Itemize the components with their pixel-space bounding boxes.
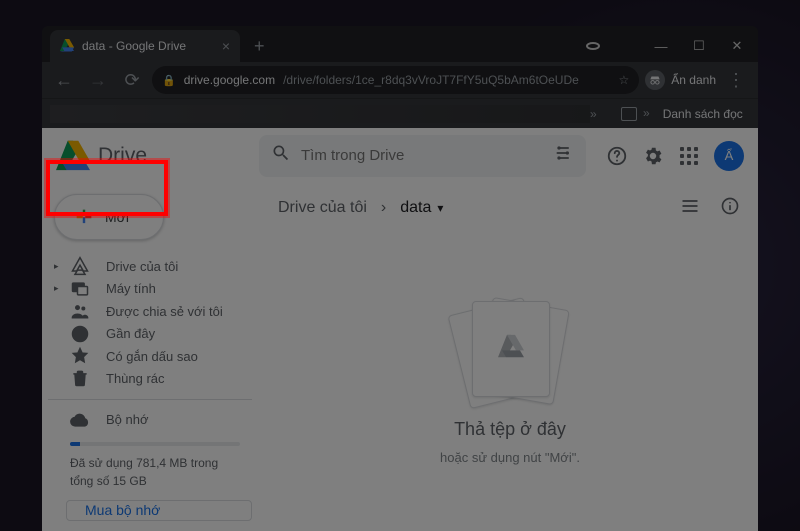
tab-title: data - Google Drive bbox=[82, 39, 186, 53]
bookmark-star-icon[interactable]: ☆ bbox=[619, 73, 630, 87]
trash-icon bbox=[70, 368, 90, 388]
bookmarks-bar: » Danh sách đọc bbox=[42, 98, 758, 128]
search-options-icon[interactable] bbox=[554, 143, 574, 168]
divider bbox=[48, 399, 252, 400]
drive-header: Drive Ẩ bbox=[42, 128, 758, 184]
breadcrumb-current-label: data bbox=[400, 199, 431, 217]
search-input[interactable] bbox=[301, 147, 544, 164]
sidebar-item-recent[interactable]: Gần đây bbox=[48, 323, 252, 343]
maximize-button[interactable]: ☐ bbox=[692, 38, 706, 54]
url-host: drive.google.com bbox=[184, 73, 275, 87]
header-actions: Ẩ bbox=[606, 141, 744, 171]
new-button[interactable]: Mới bbox=[54, 194, 164, 240]
info-icon[interactable] bbox=[720, 196, 740, 221]
address-row: ← → ⟳ 🔒 drive.google.com/drive/folders/1… bbox=[42, 62, 758, 98]
breadcrumb-root[interactable]: Drive của tôi bbox=[270, 195, 375, 221]
drive-logo-icon bbox=[56, 139, 90, 173]
my-drive-icon bbox=[70, 256, 90, 276]
drive-app: Drive Ẩ bbox=[42, 128, 758, 531]
star-icon bbox=[70, 346, 90, 366]
sidebar-item-label: Bộ nhớ bbox=[106, 412, 149, 427]
drive-brand[interactable]: Drive bbox=[56, 139, 249, 173]
sidebar-item-starred[interactable]: Có gắn dấu sao bbox=[48, 346, 252, 366]
file-pile-illustration bbox=[450, 299, 570, 409]
bookmarks-overflow-icon[interactable]: » bbox=[590, 107, 597, 121]
plus-icon bbox=[73, 206, 95, 228]
reading-list-button[interactable]: Danh sách đọc bbox=[663, 107, 743, 121]
expand-icon[interactable]: ▸ bbox=[54, 283, 59, 294]
storage-section: Đã sử dụng 781,4 MB trong tổng số 15 GB bbox=[48, 432, 252, 490]
new-tab-button[interactable]: + bbox=[240, 30, 279, 62]
search-icon bbox=[271, 143, 291, 168]
storage-bar bbox=[70, 442, 240, 446]
sidebar-item-label: Được chia sẻ với tôi bbox=[106, 304, 223, 319]
recent-icon bbox=[70, 324, 90, 344]
cloud-icon bbox=[70, 410, 90, 430]
window-controls: — ☐ ✕ bbox=[586, 38, 744, 54]
computers-icon bbox=[70, 279, 90, 299]
browser-tab[interactable]: data - Google Drive × bbox=[50, 30, 240, 62]
bookmark-placeholder bbox=[50, 105, 590, 123]
drive-favicon-icon bbox=[60, 39, 74, 53]
profile-label: Ẩn danh bbox=[671, 73, 716, 87]
storage-text: Đã sử dụng 781,4 MB trong tổng số 15 GB bbox=[70, 454, 240, 490]
sidebar-item-label: Có gắn dấu sao bbox=[106, 349, 198, 364]
shared-icon bbox=[70, 301, 90, 321]
empty-drop-zone[interactable]: Thả tệp ở đây hoặc sử dụng nút "Mới". bbox=[262, 232, 758, 531]
help-icon[interactable] bbox=[606, 145, 628, 167]
dropzone-subtitle: hoặc sử dụng nút "Mới". bbox=[440, 450, 580, 465]
apps-grid-icon[interactable] bbox=[678, 145, 700, 167]
reload-button[interactable]: ⟳ bbox=[118, 66, 146, 94]
main-area: Drive của tôi › data ▾ bbox=[262, 184, 758, 531]
forward-button[interactable]: → bbox=[84, 66, 112, 94]
address-bar[interactable]: 🔒 drive.google.com/drive/folders/1ce_r8d… bbox=[152, 66, 639, 94]
browser-window: — ☐ ✕ data - Google Drive × + ← → ⟳ 🔒 dr… bbox=[42, 26, 758, 531]
sidebar-item-my-drive[interactable]: ▸ Drive của tôi bbox=[48, 256, 252, 276]
media-indicator-icon bbox=[586, 42, 600, 50]
lock-icon: 🔒 bbox=[162, 74, 176, 87]
sidebar-item-label: Thùng rác bbox=[106, 371, 165, 386]
chevron-right-icon: › bbox=[381, 199, 386, 217]
url-path: /drive/folders/1ce_r8dq3vVroJT7FfY5uQ5bA… bbox=[283, 73, 579, 87]
browser-menu-button[interactable]: ⋮ bbox=[722, 66, 750, 94]
close-window-button[interactable]: ✕ bbox=[730, 38, 744, 54]
minimize-button[interactable]: — bbox=[654, 39, 668, 54]
sidebar-item-storage[interactable]: Bộ nhớ bbox=[48, 409, 252, 429]
back-button[interactable]: ← bbox=[50, 66, 78, 94]
sidebar-item-computers[interactable]: ▸ Máy tính bbox=[48, 278, 252, 298]
reading-list-icon bbox=[621, 107, 637, 121]
breadcrumb-row: Drive của tôi › data ▾ bbox=[262, 184, 758, 232]
search-bar[interactable] bbox=[259, 135, 586, 177]
account-avatar[interactable]: Ẩ bbox=[714, 141, 744, 171]
storage-fill bbox=[70, 442, 80, 446]
brand-text: Drive bbox=[98, 144, 147, 168]
sidebar-item-label: Máy tính bbox=[106, 281, 156, 296]
sidebar-item-label: Drive của tôi bbox=[106, 259, 178, 274]
settings-icon[interactable] bbox=[642, 145, 664, 167]
sidebar-item-trash[interactable]: Thùng rác bbox=[48, 368, 252, 388]
dropzone-title: Thả tệp ở đây bbox=[454, 419, 566, 440]
view-list-icon[interactable] bbox=[680, 196, 700, 221]
close-tab-button[interactable]: × bbox=[222, 38, 230, 54]
incognito-icon[interactable] bbox=[645, 70, 665, 90]
buy-storage-button[interactable]: Mua bộ nhớ bbox=[66, 500, 252, 521]
expand-icon[interactable]: ▸ bbox=[54, 261, 59, 272]
chevron-down-icon: ▾ bbox=[437, 201, 443, 215]
new-button-label: Mới bbox=[105, 209, 129, 225]
breadcrumb-current[interactable]: data ▾ bbox=[392, 195, 451, 221]
sidebar-item-label: Gần đây bbox=[106, 326, 155, 341]
sidebar: Mới ▸ Drive của tôi ▸ Máy tính Được chia… bbox=[42, 184, 262, 531]
sidebar-item-shared[interactable]: Được chia sẻ với tôi bbox=[48, 301, 252, 321]
